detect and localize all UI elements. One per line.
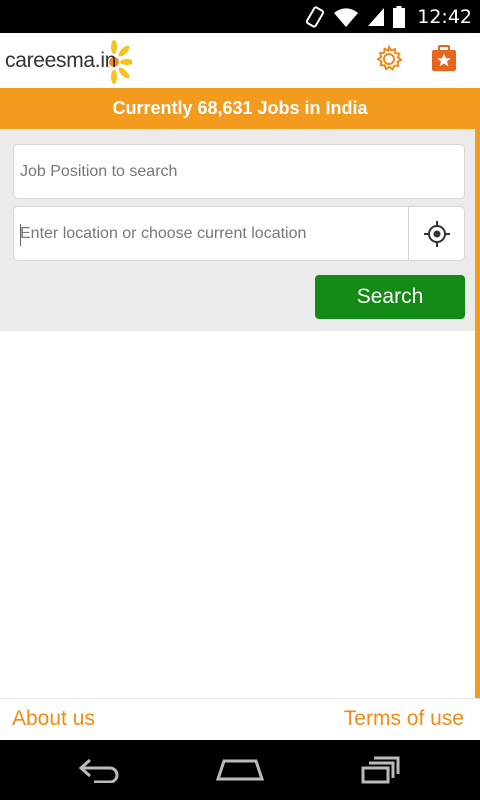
logo[interactable]: careesma.in xyxy=(5,37,132,85)
current-location-button[interactable] xyxy=(408,207,464,260)
back-button[interactable] xyxy=(70,750,130,790)
wifi-icon xyxy=(333,6,359,28)
crosshair-icon xyxy=(423,220,450,247)
status-bar: 12:42 xyxy=(0,0,480,33)
location-input[interactable] xyxy=(14,207,409,260)
home-icon xyxy=(216,759,264,781)
jobs-count-banner: Currently 68,631 Jobs in India xyxy=(0,88,480,129)
status-time: 12:42 xyxy=(417,5,472,28)
job-position-input[interactable] xyxy=(14,145,464,198)
back-icon xyxy=(78,758,119,783)
search-panel: Search xyxy=(0,129,475,331)
settings-button[interactable] xyxy=(371,41,407,77)
logo-text: careesma.in xyxy=(5,49,117,72)
results-area xyxy=(0,331,475,697)
terms-of-use-link[interactable]: Terms of use xyxy=(344,707,464,731)
navigation-bar xyxy=(0,740,480,800)
saved-jobs-star-icon xyxy=(432,45,456,71)
jobs-count-text: Currently 68,631 Jobs in India xyxy=(112,98,368,118)
app-window: careesma.in Currently 68,631 Jobs in Ind… xyxy=(0,33,480,740)
gear-icon xyxy=(376,44,403,71)
text-cursor xyxy=(20,224,21,246)
cellular-signal-icon xyxy=(367,7,385,27)
accent-edge xyxy=(475,129,480,740)
screen-rotation-icon xyxy=(305,5,325,28)
home-button[interactable] xyxy=(210,750,270,790)
about-us-link[interactable]: About us xyxy=(12,707,95,731)
battery-icon xyxy=(393,5,406,28)
location-field[interactable] xyxy=(13,206,465,261)
search-button[interactable]: Search xyxy=(315,275,465,319)
saved-jobs-button[interactable] xyxy=(426,41,462,77)
job-position-field[interactable] xyxy=(13,144,465,199)
recent-apps-button[interactable] xyxy=(350,750,410,790)
recent-apps-icon xyxy=(361,756,400,784)
app-header: careesma.in xyxy=(0,33,480,88)
footer: About us Terms of use xyxy=(0,698,480,740)
